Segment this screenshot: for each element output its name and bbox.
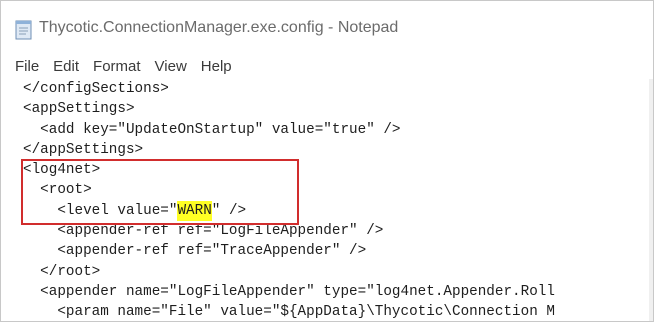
- code-line: <appender-ref ref="LogFileAppender" />: [57, 223, 384, 240]
- code-line: </appSettings>: [23, 141, 144, 158]
- menu-format[interactable]: Format: [86, 56, 148, 78]
- code-line-level: <level value="WARN" />: [57, 200, 247, 221]
- code-line: <appender name="LogFileAppender" type="l…: [40, 283, 555, 300]
- title-bar[interactable]: Thycotic.ConnectionManager.exe.config - …: [1, 1, 653, 51]
- code-line: <root>: [40, 182, 92, 199]
- code-line: <add key="UpdateOnStartup" value="true" …: [40, 121, 401, 138]
- code-line: </root>: [40, 263, 101, 280]
- window-title: Thycotic.ConnectionManager.exe.config - …: [39, 19, 399, 36]
- vertical-scrollbar[interactable]: [649, 79, 653, 321]
- menu-file[interactable]: File: [1, 56, 46, 78]
- menu-help[interactable]: Help: [194, 56, 239, 78]
- text-editor[interactable]: </configSections> <appSettings> <add key=…: [1, 79, 653, 321]
- code-line: <param name="File" value="${AppData}\Thy…: [57, 304, 555, 321]
- notepad-icon: [15, 20, 32, 40]
- code-content: </configSections> <appSettings> <add key=…: [23, 79, 555, 321]
- code-line: </configSections>: [23, 81, 169, 97]
- code-line: <appender-ref ref="TraceAppender" />: [57, 243, 367, 260]
- highlighted-warn-value: WARN: [177, 200, 212, 221]
- menu-bar: File Edit Format View Help: [1, 55, 653, 79]
- menu-view[interactable]: View: [148, 56, 194, 78]
- code-line: <log4net>: [23, 162, 101, 179]
- notepad-window: Thycotic.ConnectionManager.exe.config - …: [0, 0, 654, 322]
- menu-edit[interactable]: Edit: [46, 56, 86, 78]
- code-line: <appSettings>: [23, 101, 135, 118]
